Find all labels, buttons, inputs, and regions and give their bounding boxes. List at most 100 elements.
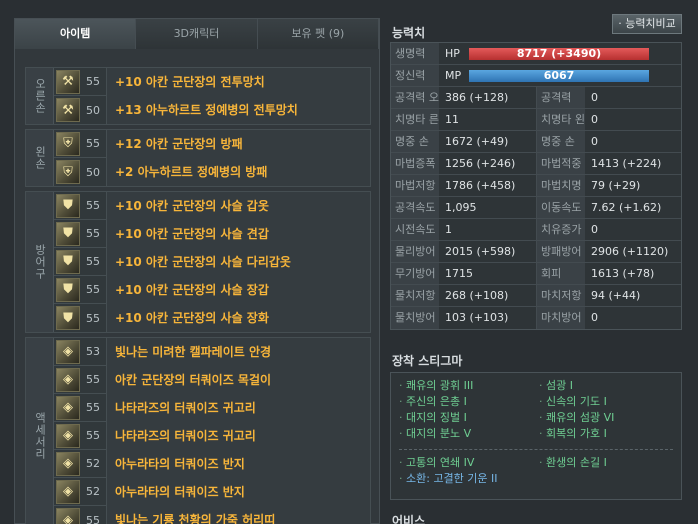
- stat-row: 공격속도 1,095 이동속도 7.62 (+1.62): [391, 197, 681, 219]
- item-name[interactable]: +2 아누하르트 정예병의 방패: [106, 158, 370, 186]
- stat-key: 치명타 른: [391, 109, 439, 130]
- equip-item-row[interactable]: ⛨ 55 +12 아칸 군단장의 방패: [54, 129, 370, 158]
- item-icon[interactable]: ◈: [56, 451, 80, 476]
- stat-key: 마법저항: [391, 175, 439, 196]
- item-level: 55: [86, 255, 100, 268]
- equip-item-row[interactable]: ⚒ 50 +13 아누하르트 정예병의 전투망치: [54, 96, 370, 124]
- item-icon[interactable]: ⛊: [56, 221, 80, 246]
- mp-row: 정신력 MP 6067: [391, 65, 681, 87]
- item-name[interactable]: 아칸 군단장의 터쿼이즈 목걸이: [106, 365, 370, 394]
- item-name[interactable]: +10 아칸 군단장의 사슬 견갑: [106, 219, 370, 248]
- equip-group-label: 방어구: [26, 192, 54, 332]
- item-icon[interactable]: ⚒: [56, 69, 80, 94]
- item-name[interactable]: +12 아칸 군단장의 방패: [106, 129, 370, 158]
- equip-item-row[interactable]: ⛊ 55 +10 아칸 군단장의 사슬 장갑: [54, 275, 370, 304]
- stat-key: 공격력 오: [391, 87, 439, 108]
- stigma-skill[interactable]: 신속의 기도 I: [539, 395, 679, 409]
- item-name[interactable]: +10 아칸 군단장의 사슬 장화: [106, 304, 370, 332]
- item-name[interactable]: 나타라즈의 터쿼이즈 귀고리: [106, 393, 370, 422]
- item-icon[interactable]: ◈: [56, 423, 80, 448]
- equip-group-label: 오른손: [26, 68, 54, 124]
- item-name[interactable]: +10 아칸 군단장의 사슬 갑옷: [106, 191, 370, 220]
- stat-value: 1715: [439, 263, 537, 284]
- stat-key: 마법적중: [537, 153, 585, 174]
- stat-row: 물리방어 2015 (+598) 방패방어 2906 (+1120): [391, 241, 681, 263]
- mp-bar: 6067: [469, 69, 649, 82]
- stat-key: 마법치명: [537, 175, 585, 196]
- stat-value: 1: [439, 219, 537, 240]
- hp-row: 생명력 HP 8717 (+3490): [391, 43, 681, 65]
- item-icon[interactable]: ◈: [56, 479, 80, 504]
- item-name[interactable]: +10 아칸 군단장의 사슬 장갑: [106, 275, 370, 304]
- stat-value: 7.62 (+1.62): [591, 201, 662, 214]
- equip-item-row[interactable]: ◈ 55 나타라즈의 터쿼이즈 귀고리: [54, 421, 370, 450]
- equip-item-row[interactable]: ◈ 53 빛나는 미려한 캘파레이트 안경: [54, 337, 370, 366]
- item-name[interactable]: +10 아칸 군단장의 전투망치: [106, 67, 370, 96]
- stigma-skill[interactable]: 쾌유의 광휘 III: [399, 379, 539, 393]
- compare-stats-button[interactable]: · 능력치비교: [612, 14, 682, 34]
- equip-item-row[interactable]: ⛊ 55 +10 아칸 군단장의 사슬 다리갑옷: [54, 247, 370, 276]
- hp-key: 생명력: [391, 43, 439, 64]
- equip-item-row[interactable]: ◈ 55 아칸 군단장의 터쿼이즈 목걸이: [54, 365, 370, 394]
- stigma-main-list: 쾌유의 광휘 III섬광 I주신의 은총 I신속의 기도 I대지의 징벌 I쾌유…: [399, 379, 673, 441]
- item-name[interactable]: +13 아누하르트 정예병의 전투망치: [106, 96, 370, 124]
- item-icon[interactable]: ⛊: [56, 277, 80, 302]
- item-icon[interactable]: ⚒: [56, 98, 80, 122]
- stats-title: 능력치: [392, 26, 426, 40]
- equip-item-row[interactable]: ◈ 55 나타라즈의 터쿼이즈 귀고리: [54, 393, 370, 422]
- stat-row: 무기방어 1715 회피 1613 (+78): [391, 263, 681, 285]
- item-icon[interactable]: ◈: [56, 395, 80, 420]
- stigma-skill[interactable]: 회복의 가호 I: [539, 427, 679, 441]
- equip-group-label-text: 왼손: [33, 146, 47, 170]
- item-name[interactable]: 나타라즈의 터쿼이즈 귀고리: [106, 421, 370, 450]
- stigma-skill[interactable]: 소환: 고결한 기운 II: [399, 472, 539, 486]
- equip-item-row[interactable]: ◈ 55 빛나는 기룡 천황의 가죽 허리띠: [54, 506, 370, 524]
- equip-item-row[interactable]: ◈ 52 아누라타의 터쿼이즈 반지: [54, 449, 370, 478]
- stat-value: 79 (+29): [591, 179, 641, 192]
- tab-items[interactable]: 아이템: [15, 19, 137, 49]
- stat-key: 공격력: [537, 87, 585, 108]
- item-name[interactable]: 빛나는 기룡 천황의 가죽 허리띠: [106, 506, 370, 524]
- equip-group-label: 액세서리: [26, 338, 54, 524]
- equip-item-row[interactable]: ◈ 52 아누라타의 터쿼이즈 반지: [54, 477, 370, 506]
- item-name[interactable]: 아누라타의 터쿼이즈 반지: [106, 477, 370, 506]
- stat-value: 1256 (+246): [439, 153, 537, 174]
- item-icon[interactable]: ⛨: [56, 131, 80, 156]
- stigma-skill[interactable]: 쾌유의 섬광 VI: [539, 411, 679, 425]
- stigma-skill[interactable]: 고통의 연쇄 IV: [399, 456, 539, 470]
- item-name[interactable]: 빛나는 미려한 캘파레이트 안경: [106, 337, 370, 366]
- item-name[interactable]: 아누라타의 터쿼이즈 반지: [106, 449, 370, 478]
- equip-item-row[interactable]: ⛨ 50 +2 아누하르트 정예병의 방패: [54, 158, 370, 186]
- item-level: 55: [86, 199, 100, 212]
- equip-item-row[interactable]: ⛊ 55 +10 아칸 군단장의 사슬 장화: [54, 304, 370, 332]
- equip-group: 액세서리 ◈ 53 빛나는 미려한 캘파레이트 안경 ◈ 55 아칸 군단장의 터쿼이즈 목…: [25, 337, 371, 524]
- mp-key: 정신력: [391, 65, 439, 86]
- stigma-skill[interactable]: 환생의 손길 I: [539, 456, 679, 470]
- item-name[interactable]: +10 아칸 군단장의 사슬 다리갑옷: [106, 247, 370, 276]
- item-icon[interactable]: ◈: [56, 367, 80, 392]
- stat-value: 1,095: [439, 197, 537, 218]
- tab-pets[interactable]: 보유 펫 (9): [257, 19, 379, 49]
- stat-value: 1413 (+224): [591, 157, 662, 170]
- equip-group-label-text: 방어구: [33, 244, 47, 280]
- stat-value: 386 (+128): [439, 87, 537, 108]
- item-icon[interactable]: ⛊: [56, 193, 80, 218]
- stat-value: 103 (+103): [439, 307, 537, 329]
- item-icon[interactable]: ◈: [56, 508, 80, 524]
- stigma-skill[interactable]: 대지의 징벌 I: [399, 411, 539, 425]
- item-icon[interactable]: ◈: [56, 339, 80, 364]
- item-icon[interactable]: ⛊: [56, 306, 80, 330]
- stat-key: 명중 손: [391, 131, 439, 152]
- equip-item-row[interactable]: ⚒ 55 +10 아칸 군단장의 전투망치: [54, 67, 370, 96]
- stigma-skill[interactable]: 주신의 은총 I: [399, 395, 539, 409]
- item-icon[interactable]: ⛨: [56, 160, 80, 184]
- equip-item-row[interactable]: ⛊ 55 +10 아칸 군단장의 사슬 견갑: [54, 219, 370, 248]
- stigma-skill[interactable]: 대지의 분노 V: [399, 427, 539, 441]
- equip-item-row[interactable]: ⛊ 55 +10 아칸 군단장의 사슬 갑옷: [54, 191, 370, 220]
- stat-key: 방패방어: [537, 241, 585, 262]
- stat-row: 마법증폭 1256 (+246) 마법적중 1413 (+224): [391, 153, 681, 175]
- tab-3d-character[interactable]: 3D캐릭터: [136, 19, 258, 49]
- stigma-skill[interactable]: 섬광 I: [539, 379, 679, 393]
- item-level: 55: [86, 227, 100, 240]
- item-icon[interactable]: ⛊: [56, 249, 80, 274]
